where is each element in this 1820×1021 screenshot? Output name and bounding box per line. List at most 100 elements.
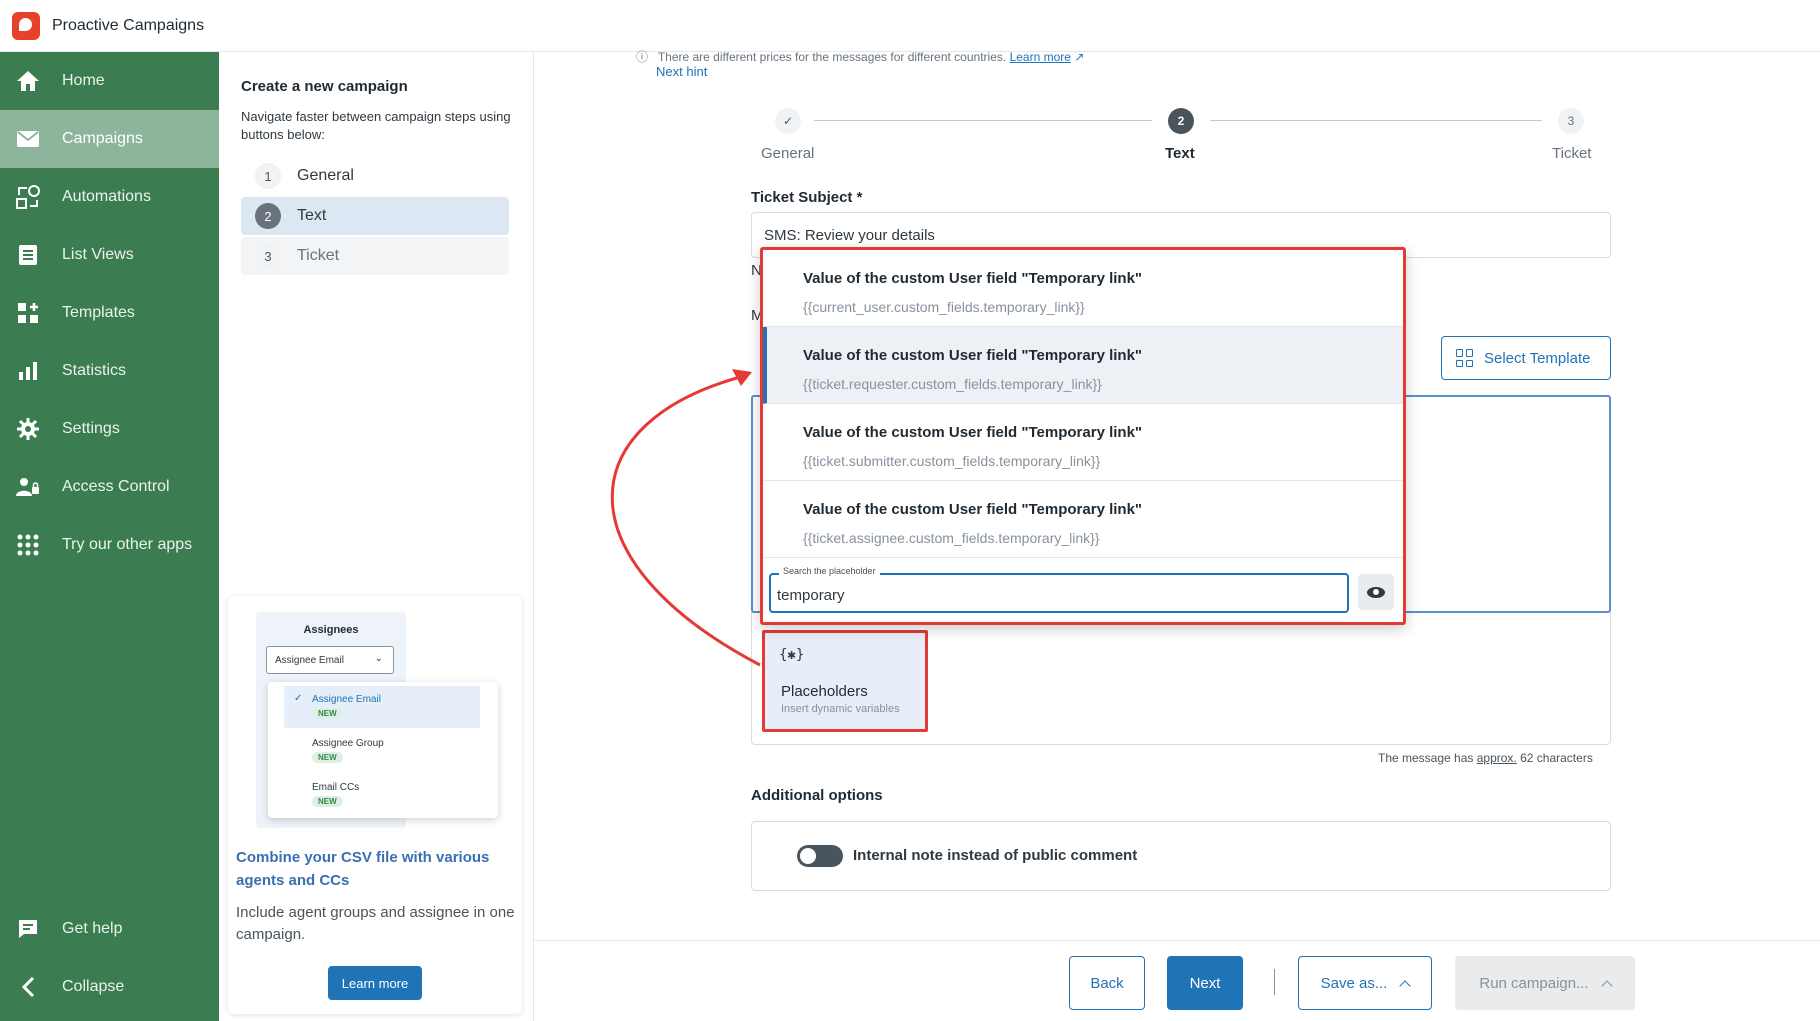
placeholder-option-code: {{ticket.assignee.custom_fields.temporar…: [803, 530, 1100, 546]
placeholder-option-title: Value of the custom User field "Temporar…: [803, 424, 1143, 441]
character-count: The message has approx. 62 characters: [1378, 751, 1593, 765]
illustration-option: ✓ Assignee Email NEW: [284, 686, 480, 728]
check-icon: ✓: [294, 693, 303, 704]
placeholder-search-input[interactable]: Search the placeholder temporary: [769, 566, 1349, 613]
stepper-label-ticket: Ticket: [1552, 145, 1592, 162]
chat-help-icon: [14, 917, 42, 941]
preview-eye-button[interactable]: [1358, 574, 1394, 610]
mail-icon: [14, 127, 42, 151]
chevron-up-icon: [1600, 979, 1613, 992]
placeholder-option-code: {{ticket.requester.custom_fields.tempora…: [803, 376, 1102, 392]
placeholder-option-title: Value of the custom User field "Temporar…: [803, 270, 1143, 287]
additional-options-box: Internal note instead of public comment: [751, 821, 1611, 891]
placeholder-braces-icon: {✱}: [779, 647, 805, 663]
get-help-button[interactable]: Get help: [0, 900, 219, 958]
sidebar-item-label: Settings: [62, 420, 120, 437]
sidebar-item-statistics[interactable]: Statistics: [0, 342, 219, 400]
step-number: 1: [255, 163, 281, 189]
templates-icon: [14, 301, 42, 325]
chevron-up-icon: [1399, 979, 1412, 992]
gear-icon: [14, 417, 42, 441]
chevron-down-icon: ⌄: [374, 653, 383, 664]
step-label: Ticket: [297, 247, 340, 264]
promo-heading[interactable]: Combine your CSV file with various agent…: [236, 846, 516, 892]
sidebar-item-label: Access Control: [62, 478, 170, 495]
select-template-label: Select Template: [1484, 349, 1591, 367]
illustration-option-label: Assignee Email: [312, 694, 381, 705]
learn-more-button[interactable]: Learn more: [328, 966, 422, 1000]
illustration-option: Assignee Group NEW: [284, 730, 480, 772]
sidebar-item-label: Home: [62, 72, 105, 89]
steps-panel-description: Navigate faster between campaign steps u…: [241, 109, 511, 142]
placeholder-option-code: {{current_user.custom_fields.temporary_l…: [803, 299, 1085, 315]
search-value: temporary: [777, 587, 845, 604]
sidebar-item-templates[interactable]: Templates: [0, 284, 219, 342]
learn-more-link[interactable]: Learn more: [1010, 50, 1071, 64]
next-button[interactable]: Next: [1167, 956, 1243, 1010]
sidebar-item-label: Templates: [62, 304, 135, 321]
get-help-label: Get help: [62, 920, 123, 937]
apps-grid-icon: [14, 533, 42, 557]
promo-text: Include agent groups and assignee in one…: [236, 904, 515, 943]
external-link-icon: ↗: [1074, 50, 1085, 64]
stepper-connector: [1210, 120, 1542, 121]
sidebar-item-label: Campaigns: [62, 130, 143, 147]
sidebar-item-settings[interactable]: Settings: [0, 400, 219, 458]
run-campaign-label: Run campaign...: [1479, 974, 1589, 992]
sidebar-item-home[interactable]: Home: [0, 52, 219, 110]
home-icon: [14, 69, 42, 93]
info-icon: ⓘ: [636, 50, 649, 64]
illustration-option: Email CCs NEW: [284, 774, 480, 816]
stepper-label-general: General: [761, 145, 815, 162]
placeholder-option[interactable]: Value of the custom User field "Temporar…: [763, 404, 1403, 481]
run-campaign-button[interactable]: Run campaign...: [1455, 956, 1635, 1010]
illustration-select: Assignee Email ⌄: [266, 646, 394, 674]
char-count-suffix: 62 characters: [1520, 751, 1593, 765]
bar-chart-icon: [14, 359, 42, 383]
footer-separator: [1274, 969, 1275, 995]
stepper-step-ticket[interactable]: 3: [1558, 108, 1584, 134]
step-text-button[interactable]: 2 Text: [241, 197, 509, 235]
new-badge: NEW: [312, 752, 343, 763]
illustration-select-value: Assignee Email: [275, 655, 344, 666]
collapse-button[interactable]: Collapse: [0, 958, 219, 1016]
sidebar-nav: Home Campaigns Automations List Views Te…: [0, 52, 219, 1021]
placeholder-option-title: Value of the custom User field "Temporar…: [803, 347, 1143, 364]
step-label: Text: [297, 207, 327, 224]
sidebar-item-label: List Views: [62, 246, 134, 263]
hint-text: ⓘ There are different prices for the mes…: [636, 48, 1084, 65]
internal-note-label: Internal note instead of public comment: [853, 847, 1138, 864]
placeholder-option[interactable]: Value of the custom User field "Temporar…: [763, 327, 1403, 404]
placeholder-option[interactable]: Value of the custom User field "Temporar…: [763, 250, 1403, 327]
top-bar: Proactive Campaigns: [0, 0, 1820, 52]
sidebar-item-automations[interactable]: Automations: [0, 168, 219, 226]
step-ticket-button[interactable]: 3 Ticket: [241, 237, 509, 275]
sidebar-item-label: Try our other apps: [62, 536, 193, 553]
stepper-label-text: Text: [1165, 145, 1195, 162]
placeholders-subtitle: Insert dynamic variables: [781, 703, 900, 715]
back-button[interactable]: Back: [1069, 956, 1145, 1010]
stepper-step-general[interactable]: ✓: [775, 108, 801, 134]
hint-message: There are different prices for the messa…: [657, 50, 1007, 64]
eye-icon: [1367, 586, 1385, 598]
sidebar-item-campaigns[interactable]: Campaigns: [0, 110, 219, 168]
placeholders-button[interactable]: {✱} Placeholders Insert dynamic variable…: [762, 630, 928, 732]
sidebar-item-label: Automations: [62, 188, 151, 205]
next-hint-link[interactable]: Next hint: [656, 64, 707, 79]
user-lock-icon: [14, 475, 42, 499]
internal-note-toggle[interactable]: [797, 845, 843, 867]
select-template-button[interactable]: Select Template: [1441, 336, 1611, 380]
template-grid-icon: [1456, 349, 1474, 367]
char-count-approx[interactable]: approx.: [1477, 751, 1517, 765]
save-as-button[interactable]: Save as...: [1298, 956, 1432, 1010]
sidebar-item-list-views[interactable]: List Views: [0, 226, 219, 284]
sidebar-item-other-apps[interactable]: Try our other apps: [0, 516, 219, 574]
step-general-button[interactable]: 1 General: [241, 157, 509, 195]
sidebar-item-access-control[interactable]: Access Control: [0, 458, 219, 516]
placeholders-title: Placeholders: [781, 683, 868, 700]
save-as-label: Save as...: [1320, 974, 1388, 992]
step-number: 2: [255, 203, 281, 229]
stepper-step-text[interactable]: 2: [1168, 108, 1194, 134]
footer-divider: [534, 940, 1820, 941]
placeholder-option[interactable]: Value of the custom User field "Temporar…: [763, 481, 1403, 558]
